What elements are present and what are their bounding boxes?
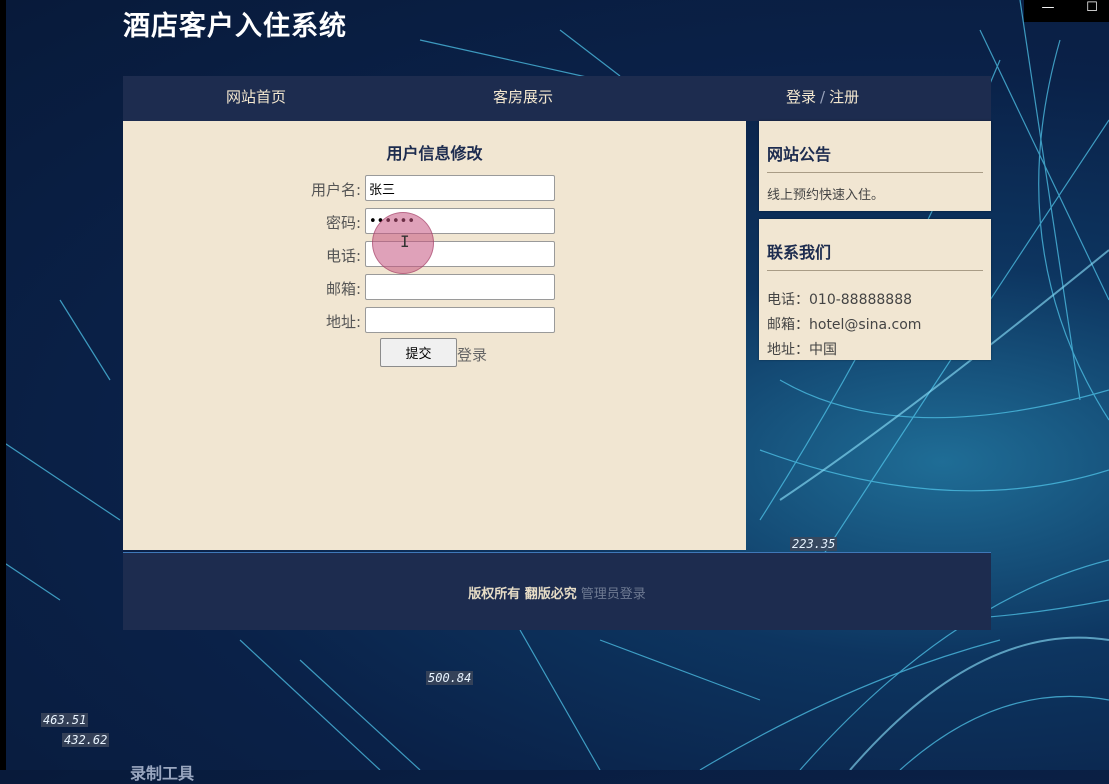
submit-button[interactable]: 提交 [380, 338, 457, 367]
overlay-number: 223.35 [790, 537, 838, 551]
username-label: 用户名: [310, 181, 361, 199]
nav-register-link[interactable]: 注册 [829, 88, 859, 106]
overlay-number: 500.84 [426, 671, 474, 685]
notice-title: 网站公告 [767, 145, 832, 164]
minimize-icon[interactable]: — [1028, 0, 1068, 22]
phone-label: 电话: [325, 247, 361, 265]
contact-title: 联系我们 [767, 243, 832, 262]
nav-login-link[interactable]: 登录 [786, 88, 816, 106]
copyright-text: 版权所有 翻版必究 [468, 587, 577, 602]
site-title: 酒店客户入住系统 [123, 11, 347, 42]
notice-divider [767, 172, 983, 173]
maximize-icon[interactable]: ☐ [1072, 0, 1109, 22]
login-link[interactable]: 登录 [457, 344, 487, 365]
address-input[interactable] [365, 307, 555, 333]
footer-text: 版权所有 翻版必究 管理员登录 [123, 583, 991, 602]
username-input[interactable] [365, 175, 555, 201]
nav-bar: 网站首页 客房展示 登录 / 注册 [123, 76, 991, 121]
email-input[interactable] [365, 274, 555, 300]
nav-auth-group: 登录 / 注册 [786, 76, 859, 121]
user-info-panel: 用户信息修改 用户名: 密码: 电话: 邮箱: 地址: 提交 登录 [123, 121, 746, 550]
contact-email: 邮箱：hotel@sina.com [767, 317, 922, 333]
notice-text: 线上预约快速入住。 [767, 188, 885, 203]
form-title: 用户信息修改 [386, 144, 483, 163]
nav-separator: / [820, 88, 826, 106]
overlay-number: 463.51 [41, 713, 89, 727]
address-label: 地址: [325, 313, 361, 331]
contact-address: 地址：中国 [767, 342, 837, 358]
nav-rooms-link[interactable]: 客房展示 [493, 76, 553, 121]
admin-login-link[interactable]: 管理员登录 [581, 587, 646, 602]
nav-home-link[interactable]: 网站首页 [226, 76, 286, 121]
footer: 版权所有 翻版必究 管理员登录 [123, 552, 991, 630]
overlay-number: 432.62 [62, 733, 110, 747]
password-label: 密码: [325, 214, 361, 232]
contact-phone: 电话：010-88888888 [767, 292, 913, 308]
email-label: 邮箱: [325, 280, 361, 298]
recording-tool-label: 录制工具 [130, 764, 195, 783]
notice-box: 网站公告 线上预约快速入住。 [759, 121, 991, 211]
text-cursor-icon: I [400, 232, 410, 251]
contact-box: 联系我们 电话：010-88888888 邮箱：hotel@sina.com 地… [759, 219, 991, 360]
contact-divider [767, 270, 983, 271]
window-controls: — ☐ [1024, 0, 1109, 22]
